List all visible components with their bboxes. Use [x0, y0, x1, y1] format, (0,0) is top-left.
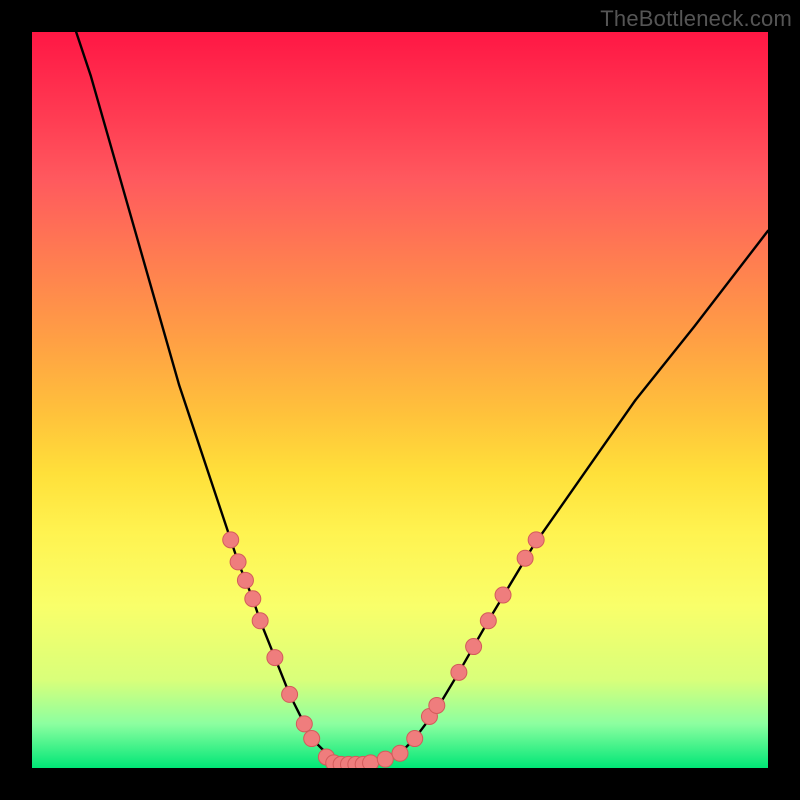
marker-point — [363, 755, 379, 768]
marker-point — [407, 731, 423, 747]
marker-point — [517, 550, 533, 566]
marker-point — [282, 686, 298, 702]
plot-area — [32, 32, 768, 768]
marker-point — [267, 650, 283, 666]
marker-point — [237, 572, 253, 588]
marker-point — [252, 613, 268, 629]
marker-point — [223, 532, 239, 548]
marker-point — [528, 532, 544, 548]
chart-frame: TheBottleneck.com — [0, 0, 800, 800]
attribution-text: TheBottleneck.com — [600, 6, 792, 32]
marker-point — [230, 554, 246, 570]
marker-point — [451, 664, 467, 680]
marker-point — [392, 745, 408, 761]
marker-point — [245, 591, 261, 607]
marker-point — [377, 751, 393, 767]
marker-point — [304, 731, 320, 747]
marker-point — [429, 697, 445, 713]
marker-point — [466, 639, 482, 655]
marker-point — [480, 613, 496, 629]
bottleneck-curve — [76, 32, 768, 764]
curve-svg — [32, 32, 768, 768]
marker-point — [495, 587, 511, 603]
marker-point — [296, 716, 312, 732]
